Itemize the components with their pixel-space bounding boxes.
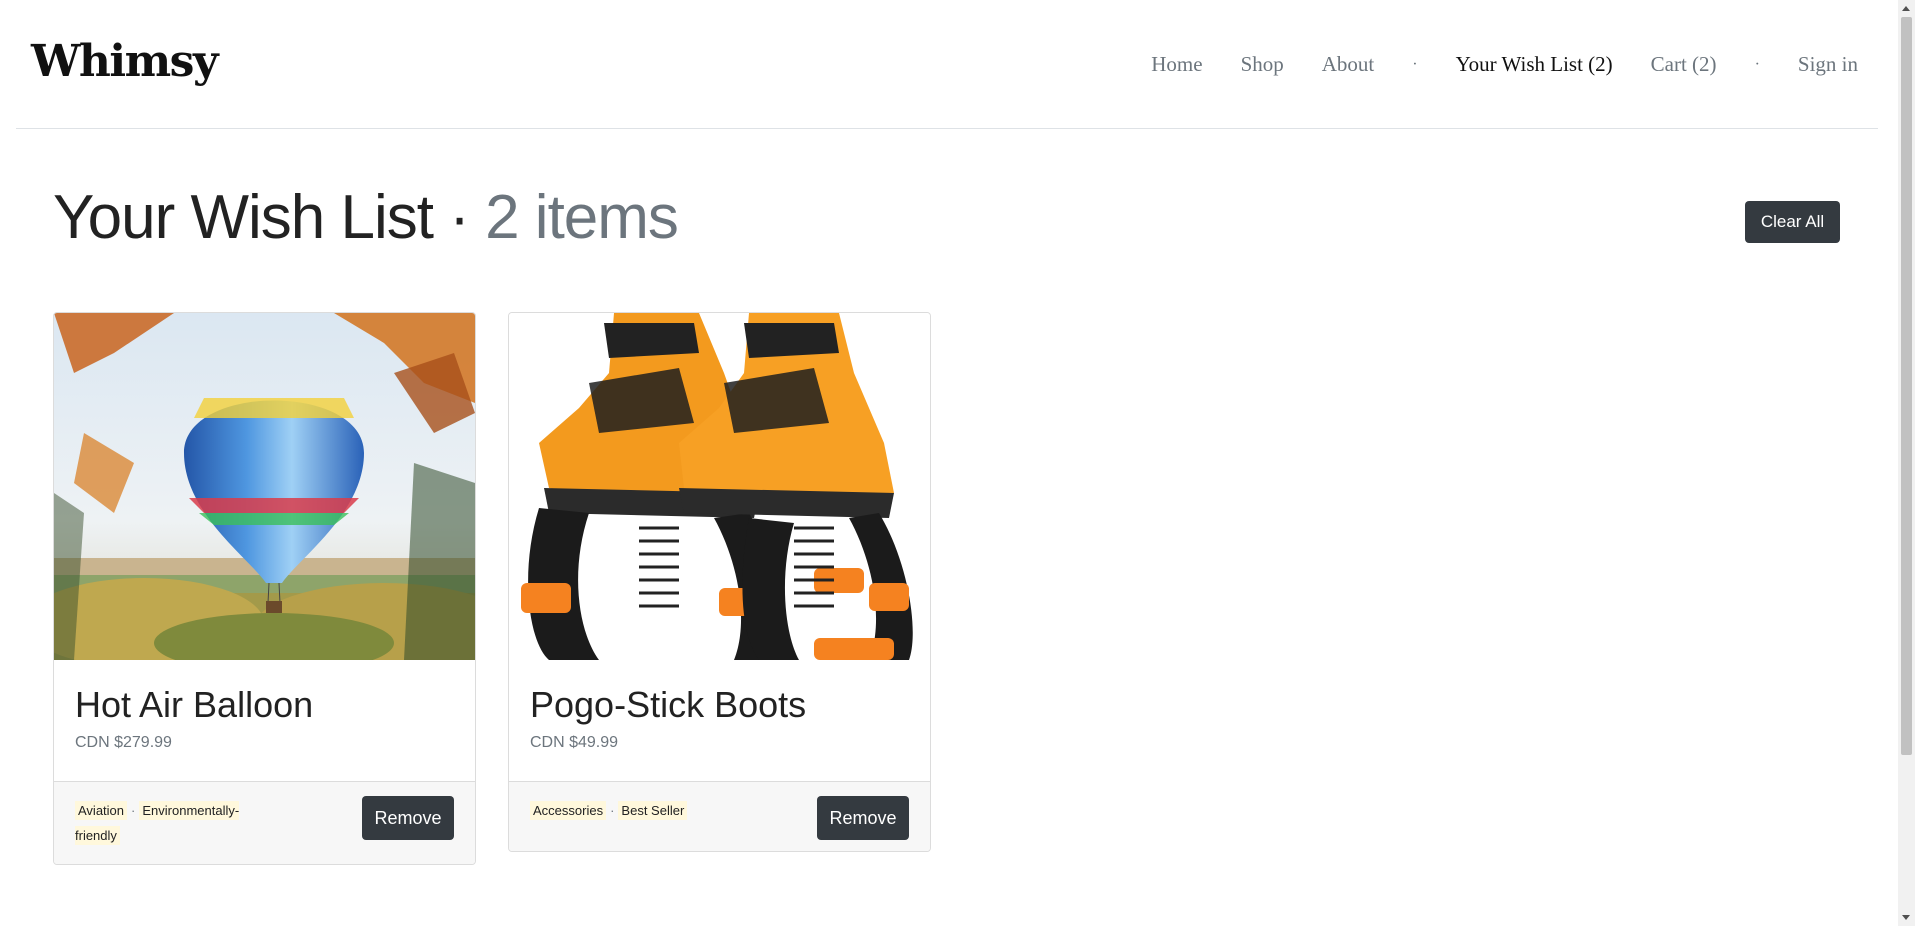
- tag-separator: ·: [610, 803, 615, 818]
- clear-all-button[interactable]: Clear All: [1745, 201, 1840, 243]
- item-count: 2 items: [485, 183, 679, 252]
- top-navbar: Whimsy Home Shop About · Your Wish List …: [16, 0, 1878, 129]
- remove-button[interactable]: Remove: [817, 796, 909, 840]
- scroll-thumb[interactable]: [1901, 17, 1912, 755]
- tag[interactable]: Accessories: [530, 801, 607, 820]
- tag-list: Aviation · Environmentally-friendly: [75, 798, 265, 848]
- product-title[interactable]: Hot Air Balloon: [75, 684, 454, 726]
- page-title: Your Wish List · 2 items: [53, 182, 679, 253]
- remove-button[interactable]: Remove: [362, 796, 454, 840]
- product-price: CDN $279.99: [75, 734, 172, 751]
- page-title-text: Your Wish List ·: [53, 183, 470, 252]
- nav-signin-link[interactable]: Sign in: [1798, 52, 1858, 77]
- tag-list: Accessories · Best Seller: [530, 798, 720, 823]
- product-price: CDN $49.99: [530, 734, 619, 751]
- scroll-down-icon[interactable]: [1902, 915, 1910, 920]
- product-title[interactable]: Pogo-Stick Boots: [530, 684, 909, 726]
- wishlist-card: Pogo-Stick Boots CDN $49.99 Accessories ·…: [508, 312, 931, 852]
- tag-separator: ·: [131, 803, 136, 818]
- card-body: Hot Air Balloon CDN $279.99: [54, 660, 475, 781]
- pogo-stick-boots-image[interactable]: [509, 313, 930, 660]
- vertical-scrollbar[interactable]: [1898, 0, 1915, 926]
- card-footer: Accessories · Best Seller Remove: [509, 781, 930, 851]
- nav-home-link[interactable]: Home: [1151, 52, 1202, 77]
- nav-separator: ·: [1754, 55, 1760, 73]
- main-nav: Home Shop About · Your Wish List (2) Car…: [1113, 52, 1858, 77]
- brand-logo[interactable]: Whimsy: [31, 36, 219, 87]
- card-footer: Aviation · Environmentally-friendly Remove: [54, 781, 475, 864]
- card-body: Pogo-Stick Boots CDN $49.99: [509, 660, 930, 781]
- hot-air-balloon-image[interactable]: [54, 313, 475, 660]
- scroll-up-icon[interactable]: [1902, 6, 1910, 11]
- nav-separator: ·: [1412, 55, 1418, 73]
- wishlist-card: Hot Air Balloon CDN $279.99 Aviation · Env…: [53, 312, 476, 865]
- tag[interactable]: Aviation: [75, 801, 128, 820]
- nav-wishlist-link[interactable]: Your Wish List (2): [1456, 52, 1613, 77]
- nav-cart-link[interactable]: Cart (2): [1651, 52, 1717, 77]
- tag[interactable]: Best Seller: [618, 801, 688, 820]
- nav-shop-link[interactable]: Shop: [1241, 52, 1284, 77]
- nav-about-link[interactable]: About: [1322, 52, 1375, 77]
